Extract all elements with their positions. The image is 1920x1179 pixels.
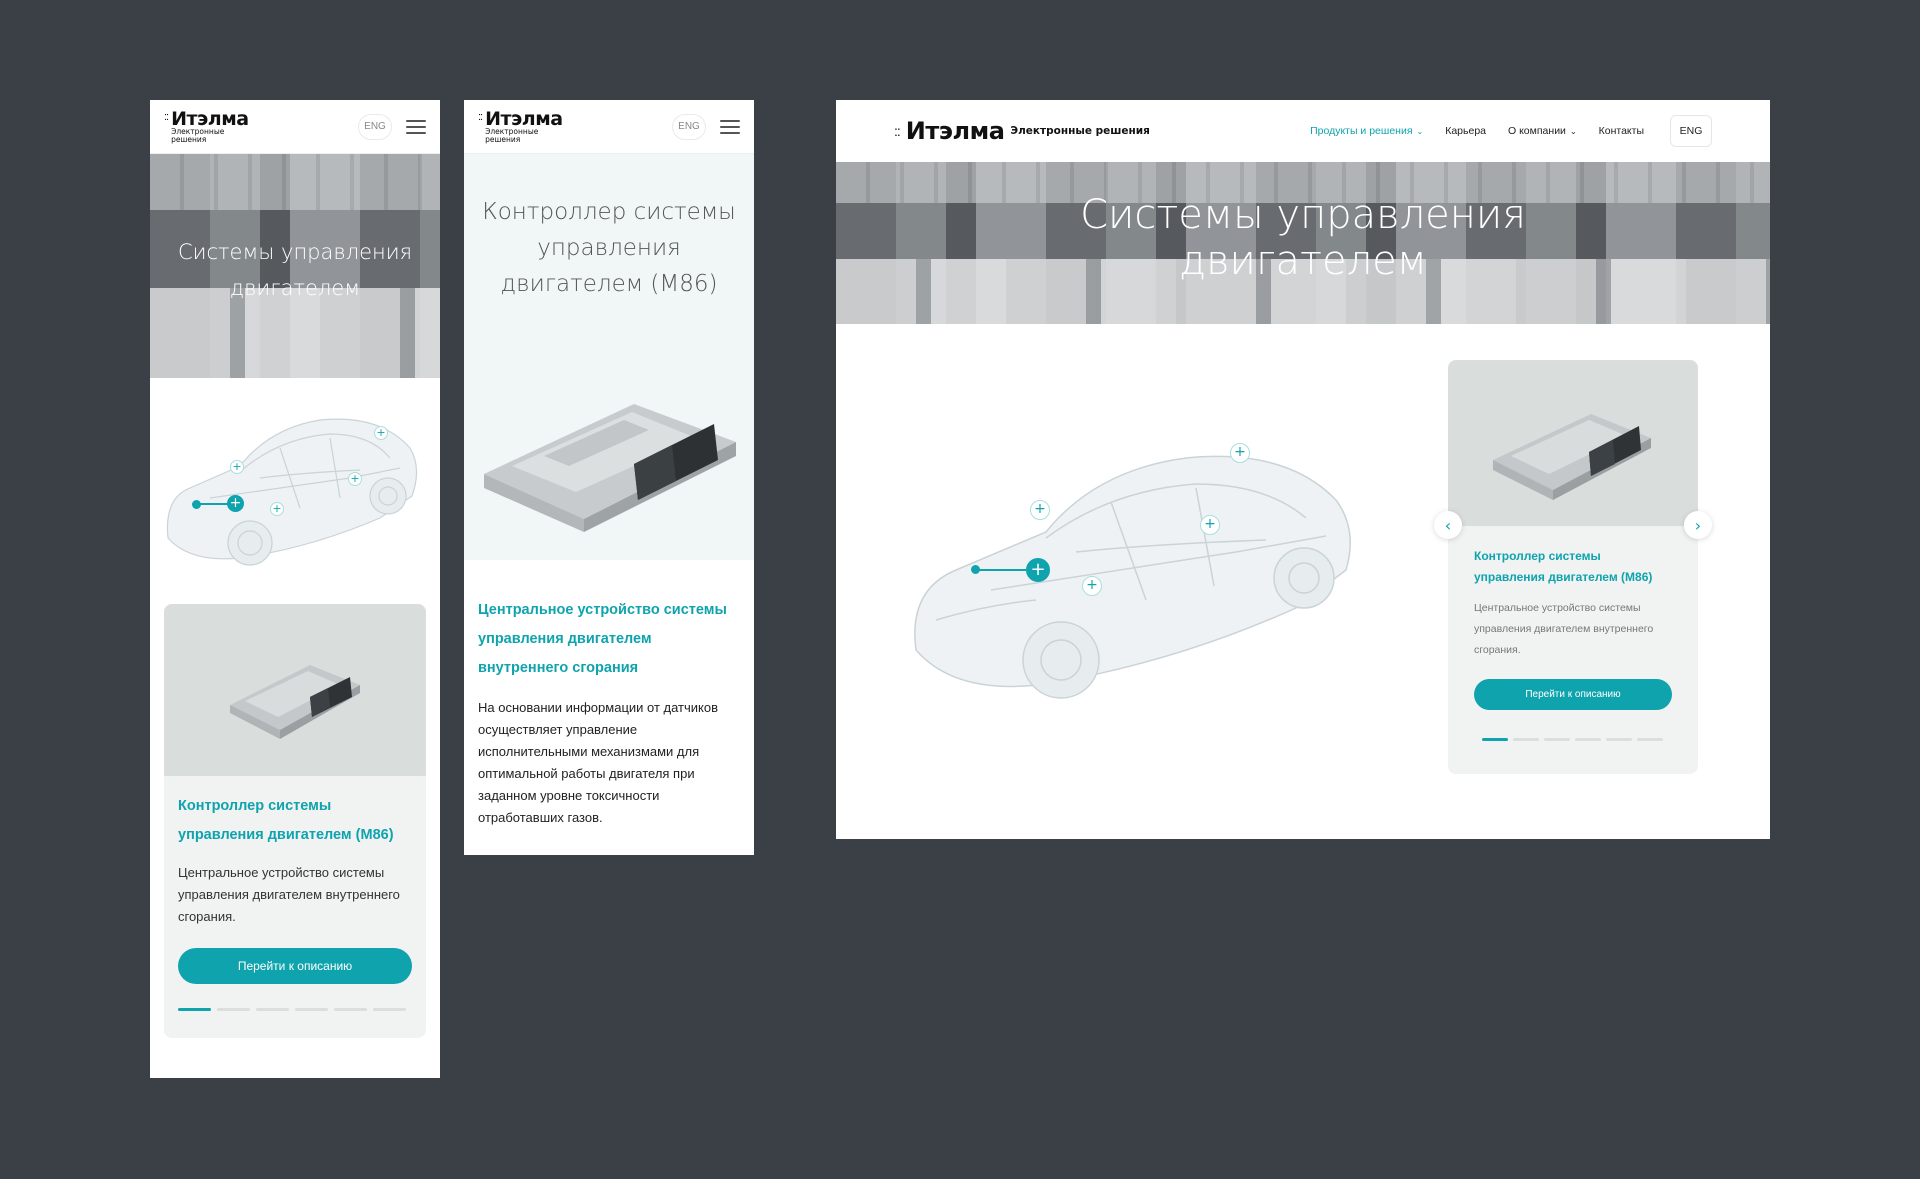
hamburger-menu-icon[interactable] — [720, 119, 740, 134]
logo-name: Итэлма — [905, 117, 1005, 145]
carousel-next-arrow-icon[interactable]: › — [1684, 511, 1712, 539]
nav-item-label: Контакты — [1598, 125, 1644, 137]
go-to-description-button[interactable]: Перейти к описанию — [1474, 679, 1672, 710]
product-title: Контроллер системы управления двигателем… — [482, 199, 736, 297]
product-card: Контроллер системы управления двигателем… — [164, 604, 426, 1038]
desktop-header: :: Итэлма Электронные решения Продукты и… — [836, 100, 1770, 162]
hotspot-front[interactable]: + — [1030, 500, 1050, 520]
nav-item-contacts[interactable]: Контакты — [1599, 125, 1644, 137]
hero-title: Системы управления двигателем — [836, 192, 1770, 284]
nav-item-label: Карьера — [1445, 125, 1487, 137]
ecu-controller-image — [1493, 414, 1651, 500]
hotspot-rear[interactable]: + — [1200, 515, 1220, 535]
carousel-pagination — [1482, 738, 1664, 741]
pagination-dot[interactable] — [1606, 738, 1632, 741]
pagination-dot[interactable] — [256, 1008, 289, 1011]
product-body-text: На основании информации от датчиков осущ… — [478, 700, 719, 825]
car-diagram: + + + + + — [150, 378, 440, 588]
pagination-dot[interactable] — [1513, 738, 1539, 741]
hero-title-line-1: Системы управления — [1080, 192, 1526, 238]
logo-name: Итэлма — [485, 107, 563, 130]
language-switch[interactable]: ENG — [672, 113, 706, 140]
nav-item-products[interactable]: Продукты и решения ⌄ — [1310, 125, 1423, 137]
language-switch[interactable]: ENG — [1670, 115, 1712, 147]
chevron-down-icon: ⌄ — [1569, 126, 1577, 136]
product-card: Контроллер системы управления двигателем… — [1448, 360, 1698, 774]
logo-dots-icon: :: — [894, 123, 901, 139]
logo[interactable]: :: Итэлма Электронные решения — [478, 107, 563, 144]
hotspot-engine-controller[interactable]: + — [227, 495, 244, 512]
hotspot-top[interactable]: + — [1230, 443, 1250, 463]
carousel-prev-arrow-icon[interactable]: ‹ — [1434, 511, 1462, 539]
hotspot-front[interactable]: + — [230, 460, 244, 474]
logo-dots-icon: :: — [164, 110, 169, 123]
language-switch[interactable]: ENG — [358, 113, 392, 140]
logo-name: Итэлма — [171, 107, 249, 130]
car-diagram: + + + + + — [896, 400, 1416, 760]
go-to-description-button[interactable]: Перейти к описанию — [178, 948, 412, 984]
pagination-dot[interactable] — [334, 1008, 367, 1011]
logo-subtitle: Электронные решения — [1010, 125, 1150, 137]
ecu-controller-image — [484, 404, 736, 532]
pagination-dot[interactable] — [295, 1008, 328, 1011]
ecu-controller-image — [230, 665, 360, 739]
pagination-dot[interactable] — [1544, 738, 1570, 741]
logo-subtitle: Электронные решения — [171, 126, 225, 144]
pagination-dot[interactable] — [1482, 738, 1508, 741]
mobile-screen-home: :: Итэлма Электронные решения ENG Систем… — [150, 100, 440, 1078]
hotspot-engine-controller[interactable]: + — [1026, 558, 1050, 582]
product-subtitle: Центральное устройство системы управлени… — [478, 602, 727, 676]
nav-item-label: Продукты и решения — [1310, 125, 1413, 137]
logo-subtitle: Электронные решения — [485, 126, 539, 144]
hotspot-connector-line — [198, 503, 228, 505]
logo-dots-icon: :: — [478, 110, 483, 123]
mobile-header: :: Итэлма Электронные решения ENG — [464, 100, 754, 154]
product-image — [1448, 360, 1698, 526]
product-hero: Контроллер системы управления двигателем… — [464, 154, 754, 560]
main-navigation: Продукты и решения ⌄ Карьера О компании … — [1310, 115, 1712, 147]
hotspot-top[interactable]: + — [374, 426, 388, 440]
product-image — [164, 604, 426, 776]
mobile-screen-product: :: Итэлма Электронные решения ENG Контро… — [464, 100, 754, 855]
chevron-down-icon: ⌄ — [1416, 126, 1424, 136]
pagination-dot[interactable] — [178, 1008, 211, 1011]
car-xray-image — [914, 455, 1351, 699]
pagination-dot[interactable] — [217, 1008, 250, 1011]
product-card-title[interactable]: Контроллер системы управления двигателем… — [178, 792, 412, 850]
hamburger-menu-icon[interactable] — [406, 119, 426, 134]
product-card-description: Центральное устройство системы управлени… — [178, 865, 400, 924]
hotspot-connector-line — [978, 569, 1026, 571]
hero-title-line-1: Системы управления — [177, 240, 413, 264]
car-xray-image — [166, 418, 418, 566]
hotspot-middle[interactable]: + — [270, 502, 284, 516]
logo[interactable]: :: Итэлма Электронные решения — [164, 107, 249, 144]
hero-banner: Системы управления двигателем — [836, 162, 1770, 324]
hero-title: Системы управления двигателем — [150, 234, 440, 306]
nav-item-career[interactable]: Карьера — [1445, 125, 1486, 137]
logo[interactable]: :: Итэлма Электронные решения — [894, 119, 1150, 143]
hero-title-line-2: двигателем — [1179, 238, 1427, 284]
hotspot-middle[interactable]: + — [1082, 576, 1102, 596]
pagination-dot[interactable] — [373, 1008, 406, 1011]
pagination-dot[interactable] — [1637, 738, 1663, 741]
nav-item-label: О компании — [1508, 125, 1566, 137]
carousel-pagination — [178, 1008, 412, 1011]
nav-item-about[interactable]: О компании ⌄ — [1508, 125, 1577, 137]
desktop-screen: :: Итэлма Электронные решения Продукты и… — [836, 100, 1770, 839]
product-card-title[interactable]: Контроллер системы управления двигателем… — [1474, 546, 1672, 588]
hero-title-line-2: двигателем — [229, 276, 361, 300]
hotspot-rear[interactable]: + — [348, 472, 362, 486]
pagination-dot[interactable] — [1575, 738, 1601, 741]
hero-banner: Системы управления двигателем — [150, 154, 440, 378]
product-card-description: Центральное устройство системы управлени… — [1474, 602, 1654, 656]
mobile-header: :: Итэлма Электронные решения ENG — [150, 100, 440, 154]
